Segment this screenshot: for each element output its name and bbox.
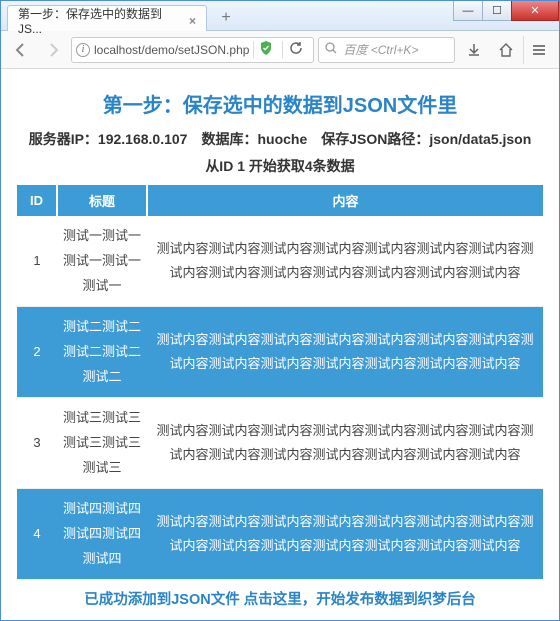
header-title: 标题 [57,185,147,216]
cell-id: 3 [17,398,57,489]
titlebar: 第一步：保存选中的数据到JS... × + — ☐ ✕ [1,1,559,31]
page-title: 第一步：保存选中的数据到JSON文件里 [17,89,543,118]
browser-tab[interactable]: 第一步：保存选中的数据到JS... × [7,5,207,31]
cell-title: 测试四测试四测试四测试四测试四 [57,489,147,580]
cell-content: 测试内容测试内容测试内容测试内容测试内容测试内容测试内容测试内容测试内容测试内容… [147,216,543,307]
home-button[interactable] [491,36,521,64]
table-row: 4测试四测试四测试四测试四测试四测试内容测试内容测试内容测试内容测试内容测试内容… [17,489,543,580]
cell-content: 测试内容测试内容测试内容测试内容测试内容测试内容测试内容测试内容测试内容测试内容… [147,489,543,580]
arrow-right-icon [45,42,61,58]
toolbar-right [459,36,553,64]
table-row: 1测试一测试一测试一测试一测试一测试内容测试内容测试内容测试内容测试内容测试内容… [17,216,543,307]
header-id: ID [17,185,57,216]
back-button[interactable] [7,36,35,64]
arrow-left-icon [13,42,29,58]
cell-content: 测试内容测试内容测试内容测试内容测试内容测试内容测试内容测试内容测试内容测试内容… [147,398,543,489]
close-button[interactable]: ✕ [511,1,559,21]
cell-content: 测试内容测试内容测试内容测试内容测试内容测试内容测试内容测试内容测试内容测试内容… [147,307,543,398]
page-content: 第一步：保存选中的数据到JSON文件里 服务器IP：192.168.0.107 … [1,69,559,620]
new-tab-button[interactable]: + [213,6,239,30]
maximize-button[interactable]: ☐ [482,1,512,21]
downloads-button[interactable] [459,36,489,64]
info-icon[interactable]: i [76,43,90,57]
header-content: 内容 [147,185,543,216]
minimize-button[interactable]: — [453,1,483,21]
search-box[interactable]: 百度 <Ctrl+K> [318,37,455,63]
cell-title: 测试二测试二测试二测试二测试二 [57,307,147,398]
navigation-toolbar: i localhost/demo/setJSON.php 百度 <Ctrl+K> [1,31,559,69]
cell-title: 测试三测试三测试三测试三测试三 [57,398,147,489]
table-header-row: ID 标题 内容 [17,185,543,216]
forward-button[interactable] [39,36,67,64]
menu-button[interactable] [523,36,553,64]
table-row: 2测试二测试二测试二测试二测试二测试内容测试内容测试内容测试内容测试内容测试内容… [17,307,543,398]
address-bar[interactable]: i localhost/demo/setJSON.php [71,37,314,63]
search-placeholder: 百度 <Ctrl+K> [343,41,418,58]
shield-icon[interactable] [253,41,278,58]
url-text: localhost/demo/setJSON.php [94,43,249,57]
cell-id: 4 [17,489,57,580]
tabstrip: 第一步：保存选中的数据到JS... × + [1,1,239,30]
cell-id: 2 [17,307,57,398]
tab-title: 第一步：保存选中的数据到JS... [18,5,183,36]
tab-close-icon[interactable]: × [189,14,196,28]
cell-id: 1 [17,216,57,307]
server-info: 服务器IP：192.168.0.107 数据库：huoche 保存JSON路径：… [17,126,543,179]
cell-title: 测试一测试一测试一测试一测试一 [57,216,147,307]
search-icon [325,42,337,57]
table-row: 3测试三测试三测试三测试三测试三测试内容测试内容测试内容测试内容测试内容测试内容… [17,398,543,489]
window-controls: — ☐ ✕ [454,1,559,21]
browser-window: 第一步：保存选中的数据到JS... × + — ☐ ✕ i localhost/… [0,0,560,621]
reload-button[interactable] [282,41,309,58]
data-table: ID 标题 内容 1测试一测试一测试一测试一测试一测试内容测试内容测试内容测试内… [17,185,543,580]
footer-link[interactable]: 已成功添加到JSON文件 点击这里，开始发布数据到织梦后台 [17,588,543,609]
